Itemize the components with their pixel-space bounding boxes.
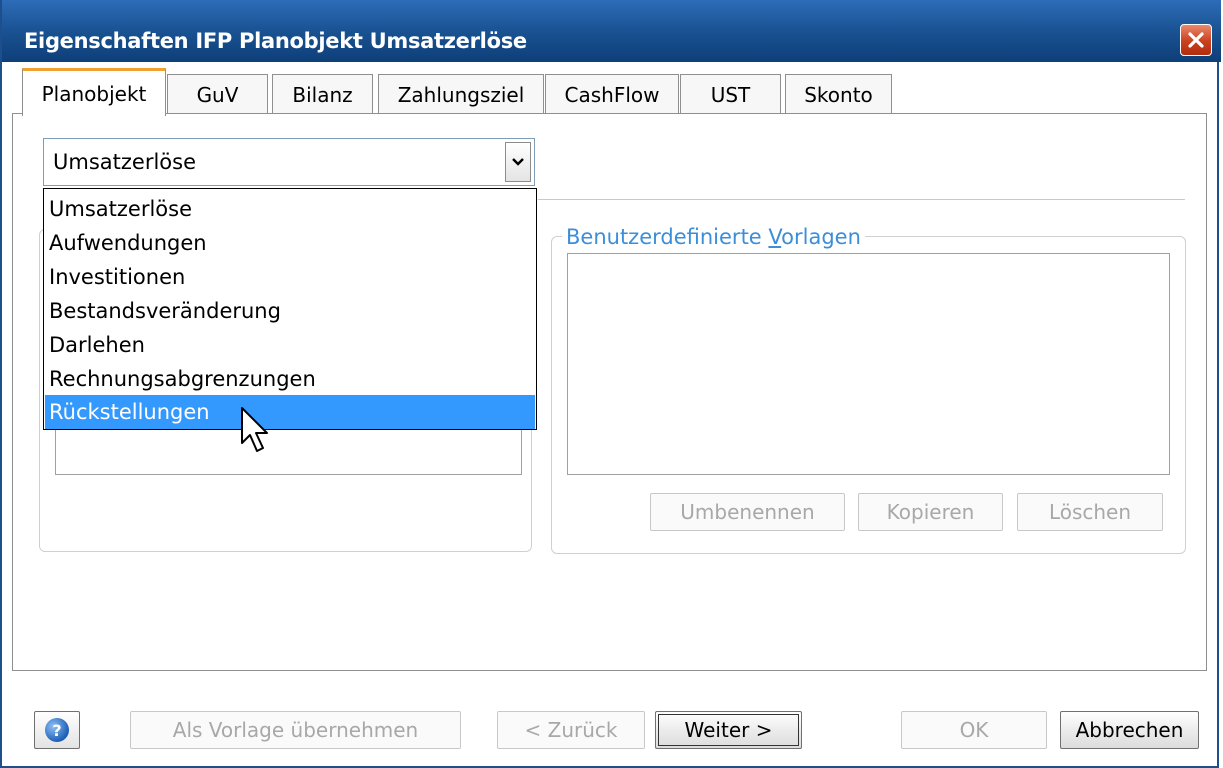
tab-strip: Planobjekt GuV Bilanz Zahlungsziel CashF…	[12, 62, 1212, 116]
chevron-down-icon	[512, 158, 524, 166]
mouse-pointer-icon	[241, 407, 268, 452]
title-bar[interactable]: Eigenschaften IFP Planobjekt Umsatzerlös…	[2, 0, 1221, 62]
window-title: Eigenschaften IFP Planobjekt Umsatzerlös…	[24, 29, 527, 53]
dropdown-option-highlighted[interactable]: Rückstellungen	[45, 395, 535, 429]
tab-bilanz[interactable]: Bilanz	[272, 74, 373, 114]
help-icon: ?	[45, 718, 69, 742]
dropdown-option[interactable]: Darlehen	[45, 328, 535, 362]
tab-zahlungsziel[interactable]: Zahlungsziel	[378, 74, 544, 114]
tab-skonto[interactable]: Skonto	[785, 74, 892, 114]
tab-planobjekt[interactable]: Planobjekt	[22, 68, 166, 116]
next-button[interactable]: Weiter >	[655, 711, 802, 749]
dropdown-button[interactable]	[505, 142, 531, 182]
copy-button[interactable]: Kopieren	[858, 493, 1003, 531]
dropdown-option[interactable]: Rechnungsabgrenzungen	[45, 362, 535, 396]
tab-ust[interactable]: UST	[680, 74, 781, 114]
close-icon	[1188, 32, 1204, 48]
ok-button[interactable]: OK	[901, 711, 1047, 749]
help-button[interactable]: ?	[34, 711, 80, 749]
rename-button[interactable]: Umbenennen	[650, 493, 845, 531]
templates-group-label: Benutzerdefinierte Vorlagen	[562, 225, 865, 249]
tab-cashflow[interactable]: CashFlow	[545, 74, 679, 114]
cancel-button[interactable]: Abbrechen	[1060, 711, 1199, 749]
separator-line	[538, 199, 1185, 200]
close-button[interactable]	[1180, 24, 1212, 56]
dropdown-option[interactable]: Aufwendungen	[45, 226, 535, 260]
tab-guv[interactable]: GuV	[167, 74, 268, 114]
dropdown-option[interactable]: Bestandsveränderung	[45, 294, 535, 328]
delete-button[interactable]: Löschen	[1017, 493, 1163, 531]
use-as-template-button[interactable]: Als Vorlage übernehmen	[130, 711, 461, 749]
dropdown-option[interactable]: Investitionen	[45, 260, 535, 294]
dropdown-option[interactable]: Umsatzerlöse	[45, 192, 535, 226]
object-type-value: Umsatzerlöse	[53, 150, 196, 174]
object-type-select[interactable]: Umsatzerlöse	[43, 138, 535, 186]
templates-list[interactable]	[567, 253, 1170, 475]
object-type-dropdown-list[interactable]: Umsatzerlöse Aufwendungen Investitionen …	[43, 188, 537, 430]
back-button[interactable]: < Zurück	[497, 711, 645, 749]
